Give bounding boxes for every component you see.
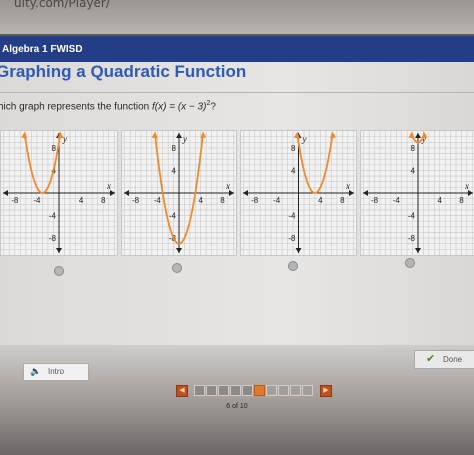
next-page-button[interactable]: ▶ (320, 385, 332, 397)
browser-url-bar[interactable]: uity.com/Player/ (0, 0, 474, 34)
y-tick-label: -4 (169, 212, 177, 221)
y-tick-label: 4 (291, 166, 296, 175)
question-text: hich graph represents the function f(x) … (0, 100, 216, 112)
url-text: uity.com/Player/ (14, 0, 110, 10)
radio-option-b[interactable] (172, 263, 182, 273)
speaker-icon: 🔈 (30, 366, 42, 376)
y-axis-label: y (182, 134, 187, 144)
x-tick-label: -4 (393, 196, 401, 205)
y-axis-arrow-down (56, 248, 62, 253)
question-prefix: hich graph represents the function (0, 101, 152, 113)
x-tick-label: 8 (101, 196, 106, 205)
page-box[interactable] (194, 385, 205, 396)
intro-label: Intro (48, 367, 65, 376)
page-box[interactable] (278, 385, 289, 396)
x-tick-label: 4 (437, 196, 442, 205)
x-tick-label: -8 (251, 196, 259, 205)
x-tick-label: 4 (318, 196, 323, 205)
radio-option-c[interactable] (288, 261, 298, 271)
y-axis-arrow-down (415, 248, 421, 253)
page-box[interactable] (218, 385, 229, 396)
page-box[interactable] (230, 385, 241, 396)
done-label: Done (443, 355, 463, 364)
x-axis-label: x (345, 181, 350, 191)
x-axis-label: x (106, 181, 111, 191)
y-tick-label: -8 (408, 234, 416, 243)
page-box[interactable] (242, 385, 253, 396)
page-box[interactable] (266, 385, 277, 396)
prev-page-button[interactable]: ◀ (176, 385, 188, 397)
x-tick-label: -8 (371, 196, 379, 205)
question-function: f(x) = (x − 3) (151, 101, 207, 113)
lesson-content: Graphing a Quadratic Function hich graph… (0, 62, 474, 382)
y-tick-label: -4 (408, 212, 416, 221)
lesson-footer: 🔈 Intro ✔ Done ◀ ▶ 6 of 10 (0, 345, 474, 455)
y-axis-arrow-down (295, 248, 302, 253)
x-tick-label: -4 (273, 196, 281, 205)
y-tick-label: 4 (172, 166, 177, 175)
page-box[interactable] (254, 385, 265, 396)
y-axis-arrow-up (176, 133, 182, 138)
page-box[interactable] (290, 385, 301, 396)
y-axis-label: y (302, 134, 307, 144)
curve-arrow-right (200, 131, 207, 139)
course-header: Algebra 1 FWISD (0, 36, 474, 62)
x-tick-label: -4 (154, 196, 162, 205)
y-tick-label: 8 (52, 144, 57, 153)
x-axis-label: x (464, 181, 469, 191)
y-tick-label: 8 (172, 144, 177, 153)
y-tick-label: -8 (288, 234, 296, 243)
graph-option-a[interactable]: -8 -4 4 884-4-8yx (0, 130, 118, 256)
x-tick-label: -8 (132, 196, 140, 205)
course-title: Algebra 1 FWISD (2, 44, 83, 55)
page-box[interactable] (206, 385, 217, 396)
radio-option-a[interactable] (54, 266, 64, 276)
lesson-title: Graphing a Quadratic Function (0, 62, 247, 81)
y-tick-label: 8 (291, 144, 296, 153)
y-tick-label: -4 (288, 212, 296, 221)
graph-option-d[interactable]: -8 -4 4 884-4-8yx (360, 130, 474, 256)
x-tick-label: 8 (340, 196, 345, 205)
checkmark-icon: ✔ (426, 353, 436, 365)
y-tick-label: -4 (49, 212, 57, 221)
x-tick-label: -4 (33, 196, 41, 205)
y-tick-label: 4 (411, 166, 416, 175)
x-tick-label: 8 (220, 196, 225, 205)
x-tick-label: 4 (198, 196, 203, 205)
page-box[interactable] (302, 385, 313, 396)
x-tick-label: 4 (79, 196, 84, 205)
y-tick-label: -8 (49, 234, 57, 243)
done-button[interactable]: ✔ Done (414, 350, 474, 369)
curve-arrow-right (329, 131, 336, 139)
intro-button[interactable]: 🔈 Intro (23, 363, 89, 381)
x-tick-label: -8 (11, 196, 19, 205)
radio-option-d[interactable] (405, 258, 415, 268)
curve-arrow-left (21, 131, 28, 139)
graph-option-c[interactable]: -8 -4 4 8 8 4 -4 -8 y x (240, 130, 357, 256)
x-axis-label: x (225, 181, 230, 191)
question-suffix: ? (210, 101, 216, 113)
graph-option-b[interactable]: -8 -4 4 884-4-8yx (121, 130, 237, 256)
page-indicator: 6 of 10 (226, 403, 248, 410)
y-axis-label: y (62, 134, 67, 144)
y-axis-arrow-up (415, 133, 421, 138)
y-tick-label: 8 (411, 144, 416, 153)
x-tick-label: 8 (459, 196, 464, 205)
y-axis-arrow-down (176, 248, 182, 253)
curve-arrow-left (408, 131, 415, 139)
curve-arrow-left (151, 131, 158, 139)
title-divider (0, 92, 474, 93)
